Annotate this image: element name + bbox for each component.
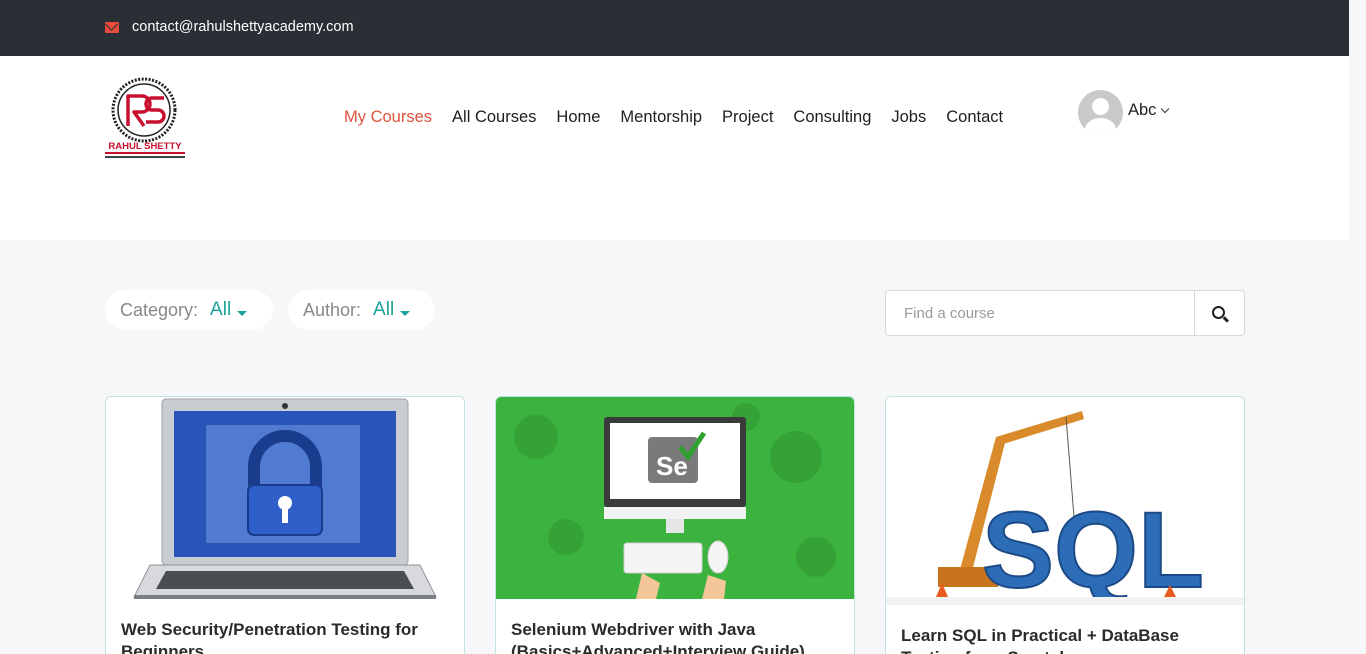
nav-contact[interactable]: Contact [946,108,1003,127]
user-name[interactable]: Abc [1128,101,1156,120]
nav-jobs[interactable]: Jobs [891,108,926,127]
logo[interactable]: RAHUL SHETTY [104,76,186,160]
course-title[interactable]: Selenium Webdriver with Java (Basics+Adv… [511,619,841,654]
course-thumbnail-sql[interactable]: SQL [886,397,1244,605]
user-menu[interactable]: Abc [1078,90,1170,135]
author-filter[interactable]: Author: All [288,290,435,330]
course-search [885,290,1245,336]
category-value[interactable]: All [210,299,231,321]
course-thumbnail-lock-laptop[interactable] [106,397,464,599]
search-input[interactable] [885,290,1195,336]
course-card[interactable]: Web Security/Penetration Testing for Beg… [105,396,465,654]
caret-down-icon[interactable] [400,310,411,316]
svg-text:Se: Se [656,451,688,481]
nav-consulting[interactable]: Consulting [793,108,871,127]
nav-all-courses[interactable]: All Courses [452,108,536,127]
course-title[interactable]: Learn SQL in Practical + DataBase Testin… [901,625,1231,654]
category-label: Category: [120,299,199,320]
nav-home[interactable]: Home [556,108,600,127]
chevron-down-icon[interactable] [1161,104,1170,113]
logo-text: RAHUL SHETTY [108,141,182,152]
course-thumbnail-selenium[interactable]: Se [496,397,854,599]
nav-my-courses[interactable]: My Courses [344,108,432,127]
author-value[interactable]: All [373,299,394,321]
caret-down-icon[interactable] [237,310,248,316]
course-card[interactable]: SQL Learn SQL in Practical + DataBase Te… [885,396,1245,654]
search-icon [1212,306,1225,319]
nav-project[interactable]: Project [722,108,773,127]
course-card[interactable]: Se Selenium Webdriver with Java (Basics+… [495,396,855,654]
envelope-icon [105,22,119,33]
course-title[interactable]: Web Security/Penetration Testing for Beg… [121,619,451,654]
contact-email[interactable]: contact@rahulshettyacademy.com [132,19,354,35]
site-header: RAHUL SHETTY My Courses All Courses Home… [0,56,1349,240]
author-label: Author: [303,299,362,320]
top-bar: contact@rahulshettyacademy.com [0,0,1349,56]
search-button[interactable] [1194,290,1245,336]
category-filter[interactable]: Category: All [105,290,273,330]
main-nav: My Courses All Courses Home Mentorship P… [344,108,1003,127]
nav-mentorship[interactable]: Mentorship [620,108,702,127]
avatar[interactable] [1078,90,1123,135]
